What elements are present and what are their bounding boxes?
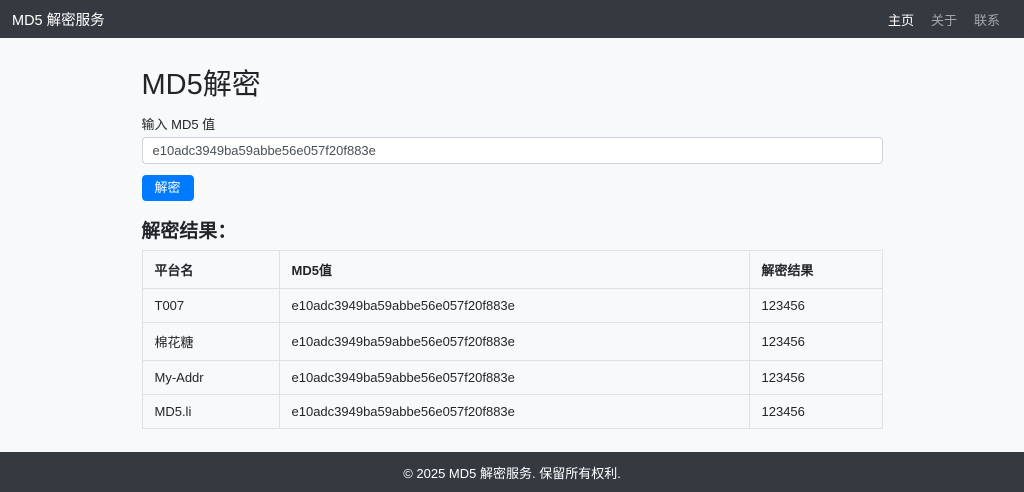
- col-header-md5: MD5值: [279, 251, 749, 289]
- navbar-links: 主页 关于 联系: [888, 10, 1000, 29]
- cell-md5: e10adc3949ba59abbe56e057f20f883e: [279, 323, 749, 361]
- results-heading: 解密结果：: [142, 216, 883, 243]
- navbar: MD5 解密服务 主页 关于 联系: [0, 0, 1024, 38]
- cell-md5: e10adc3949ba59abbe56e057f20f883e: [279, 395, 749, 429]
- cell-result: 123456: [749, 361, 882, 395]
- results-table: 平台名 MD5值 解密结果 T007 e10adc3949ba59abbe56e…: [142, 250, 883, 429]
- cell-result: 123456: [749, 289, 882, 323]
- nav-link-home[interactable]: 主页: [888, 10, 914, 29]
- decrypt-button[interactable]: 解密: [142, 175, 194, 201]
- col-header-result: 解密结果: [749, 251, 882, 289]
- md5-input-label: 输入 MD5 值: [142, 117, 883, 132]
- table-row: MD5.li e10adc3949ba59abbe56e057f20f883e …: [142, 395, 882, 429]
- navbar-brand[interactable]: MD5 解密服务: [12, 9, 105, 30]
- table-row: My-Addr e10adc3949ba59abbe56e057f20f883e…: [142, 361, 882, 395]
- cell-platform: MD5.li: [142, 395, 279, 429]
- footer: © 2025 MD5 解密服务. 保留所有权利.: [0, 452, 1024, 492]
- col-header-platform: 平台名: [142, 251, 279, 289]
- nav-link-about[interactable]: 关于: [931, 10, 957, 29]
- cell-platform: My-Addr: [142, 361, 279, 395]
- md5-input[interactable]: [142, 137, 883, 164]
- cell-result: 123456: [749, 323, 882, 361]
- main-content: MD5解密 输入 MD5 值 解密 解密结果： 平台名 MD5值 解密结果 T0…: [142, 68, 883, 429]
- cell-platform: 棉花糖: [142, 323, 279, 361]
- cell-platform: T007: [142, 289, 279, 323]
- cell-md5: e10adc3949ba59abbe56e057f20f883e: [279, 361, 749, 395]
- page-title: MD5解密: [142, 68, 883, 103]
- cell-result: 123456: [749, 395, 882, 429]
- table-row: T007 e10adc3949ba59abbe56e057f20f883e 12…: [142, 289, 882, 323]
- cell-md5: e10adc3949ba59abbe56e057f20f883e: [279, 289, 749, 323]
- nav-link-contact[interactable]: 联系: [974, 10, 1000, 29]
- footer-text: © 2025 MD5 解密服务. 保留所有权利.: [403, 463, 621, 482]
- table-row: 棉花糖 e10adc3949ba59abbe56e057f20f883e 123…: [142, 323, 882, 361]
- table-header-row: 平台名 MD5值 解密结果: [142, 251, 882, 289]
